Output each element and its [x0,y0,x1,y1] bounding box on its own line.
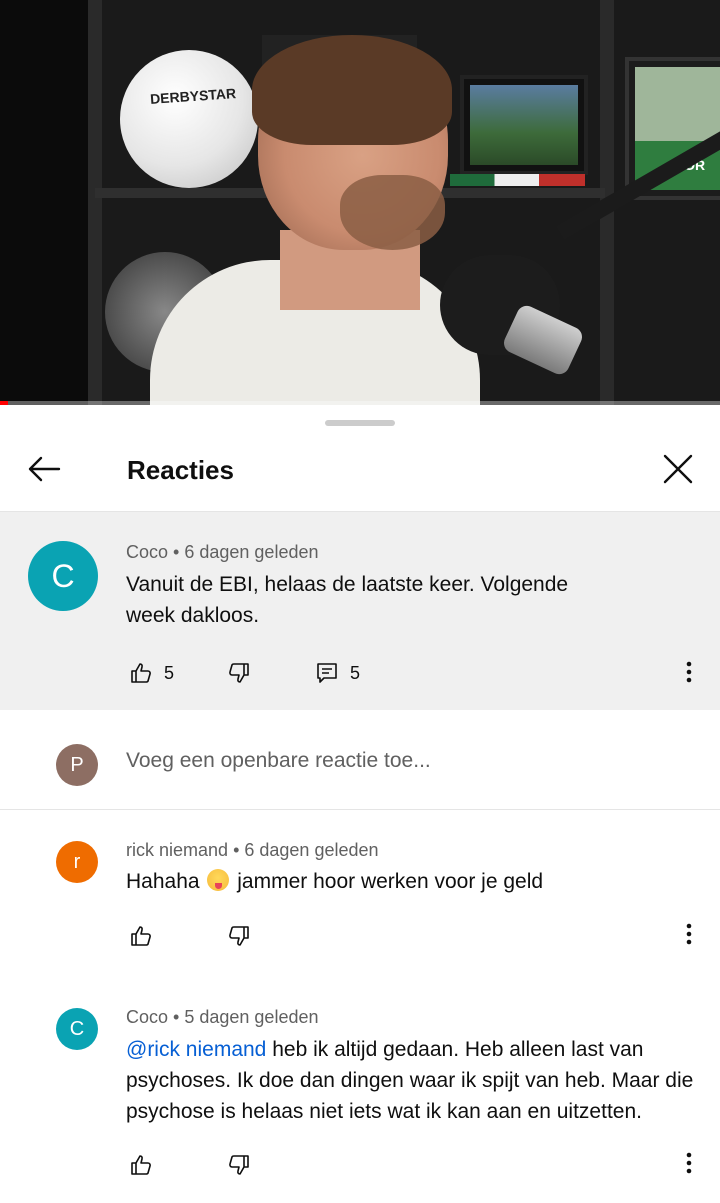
thumbs-up-icon [128,660,154,686]
comment-time: 6 dagen geleden [184,542,319,562]
avatar[interactable]: C [28,541,98,611]
meta-separator: • [173,542,185,562]
comment-text: @rick niemand heb ik altijd gedaan. Heb … [126,1034,706,1127]
comment-meta: Coco • 5 dagen geleden [126,1007,319,1028]
comment-menu-button[interactable] [677,1150,701,1180]
football [120,50,258,188]
comment-text: Vanuit de EBI, helaas de laatste keer. V… [126,573,569,627]
avatar[interactable]: C [56,1008,98,1050]
comment-time: 6 dagen geleden [244,840,379,860]
like-button[interactable]: 5 [128,660,174,686]
shelf-post [88,0,102,405]
comments-sheet: Reacties C Coco • 6 dagen geleden Vanuit… [0,405,720,1203]
arrow-left-icon [27,455,61,488]
comment-meta: rick niemand • 6 dagen geleden [126,840,379,861]
thumbs-up-icon [128,923,154,949]
comment-time: 5 dagen geleden [184,1007,319,1027]
thumbs-up-icon [128,1152,154,1178]
person-beard [340,175,445,250]
add-comment-row[interactable]: P Voeg een openbare reactie toe... [0,711,720,809]
thumbs-down-icon [226,1152,252,1178]
dislike-button[interactable] [226,1152,252,1178]
avatar-letter: r [73,850,81,873]
mention-link[interactable]: @rick niemand [126,1038,266,1061]
more-vertical-icon [686,1152,692,1179]
dislike-button[interactable] [226,923,252,949]
comment-author[interactable]: Coco [126,542,168,562]
comment-author[interactable]: Coco [126,1007,168,1027]
thumbs-down-icon [226,660,252,686]
comment-menu-button[interactable] [677,921,701,951]
meta-separator: • [233,840,245,860]
close-button[interactable] [656,449,700,493]
highlighted-comment[interactable]: C Coco • 6 dagen geleden Vanuit de EBI, … [0,512,720,710]
comment-text-after: jammer hoor werken voor je geld [237,870,544,893]
picture-frame [460,75,588,175]
comment-author[interactable]: rick niemand [126,840,228,860]
comment-text: Hahaha jammer hoor werken voor je geld [126,866,686,897]
more-vertical-icon [686,923,692,950]
meta-separator: • [173,1007,185,1027]
like-count: 5 [164,662,175,683]
close-icon [662,453,694,490]
drag-handle[interactable] [325,420,395,426]
replies-button[interactable]: 5 [314,660,360,686]
avatar: P [56,744,98,786]
flag-stripe [450,174,585,186]
thumbs-down-icon [226,923,252,949]
comment-input[interactable]: Voeg een openbare reactie toe... [126,749,431,773]
avatar-letter: C [69,1017,85,1040]
comment-icon [314,660,340,686]
video-player[interactable]: DERBYSTAR COR [0,0,720,405]
video-progress-fill [0,401,8,405]
back-button[interactable] [24,451,64,491]
video-background [0,0,100,405]
comment-text-before: Hahaha [126,870,200,893]
squinting-face-with-tongue-icon [207,869,230,891]
dislike-button[interactable] [226,660,252,686]
page-title: Reacties [127,455,234,485]
more-vertical-icon [686,661,692,688]
input-divider [0,809,720,810]
avatar-letter: C [51,557,75,594]
reply-count: 5 [350,662,361,683]
comment-meta: Coco • 6 dagen geleden [126,542,319,563]
person-hair [252,35,452,145]
avatar-letter: P [70,753,84,776]
avatar[interactable]: r [56,841,98,883]
comments-header: Reacties [0,435,720,511]
like-button[interactable] [128,923,154,949]
like-button[interactable] [128,1152,154,1178]
comment-menu-button[interactable] [677,659,701,689]
